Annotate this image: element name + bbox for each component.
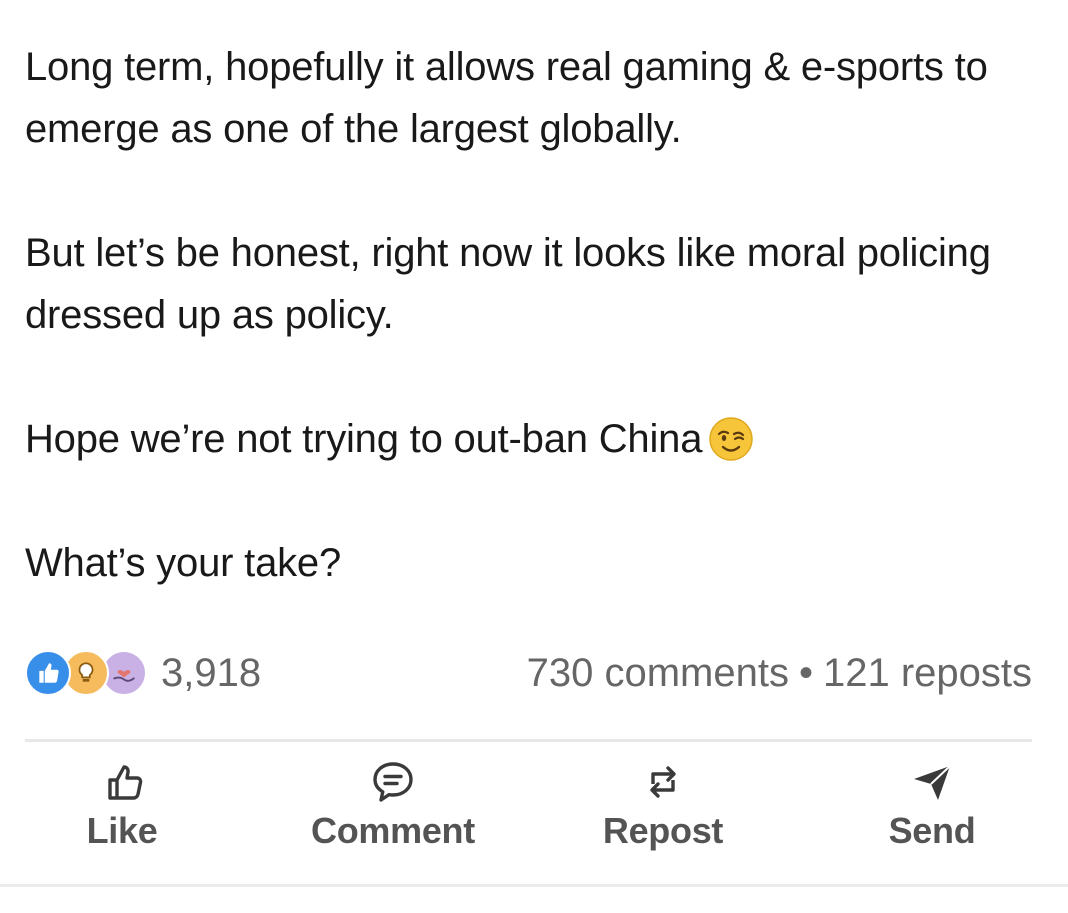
post-paragraph: What’s your take?	[25, 541, 342, 585]
reaction-count: 3,918	[161, 650, 262, 695]
repost-icon	[650, 766, 676, 798]
bottom-divider	[0, 884, 1068, 887]
like-button[interactable]: Like	[7, 752, 237, 862]
post-paragraph: Long term, hopefully it allows real gami…	[25, 45, 988, 151]
reaction-icons	[25, 650, 147, 696]
separator-dot: •	[798, 650, 813, 695]
post-paragraph: But let’s be honest, right now it looks …	[25, 231, 991, 337]
action-bar: Like Comment Repost Send	[0, 752, 1068, 872]
social-counts-bar: 3,918 730 comments • 121 reposts	[25, 645, 1032, 701]
post-paragraph: Hope we’re not trying to out-ban China	[25, 408, 1035, 470]
send-icon	[914, 765, 951, 800]
repost-label: Repost	[602, 810, 724, 851]
winking-face-emoji-icon	[709, 417, 753, 461]
send-label: Send	[888, 810, 976, 851]
send-button[interactable]: Send	[817, 752, 1047, 862]
comments-count-link[interactable]: 730 comments	[527, 651, 789, 696]
comment-label: Comment	[311, 810, 475, 851]
repost-button[interactable]: Repost	[548, 752, 778, 862]
comment-button[interactable]: Comment	[278, 752, 508, 862]
reactions-summary[interactable]: 3,918	[25, 650, 261, 696]
like-label: Like	[86, 810, 158, 851]
reposts-count-link[interactable]: 121 reposts	[823, 651, 1032, 696]
engagement-counts: 730 comments • 121 reposts	[527, 651, 1032, 696]
post-text: Long term, hopefully it allows real gami…	[25, 36, 1035, 594]
divider	[25, 739, 1032, 742]
thumbs-up-icon	[108, 765, 143, 800]
like-reaction-icon	[25, 650, 71, 696]
comment-icon	[373, 762, 413, 802]
post-paragraph-text: Hope we’re not trying to out-ban China	[25, 417, 703, 461]
